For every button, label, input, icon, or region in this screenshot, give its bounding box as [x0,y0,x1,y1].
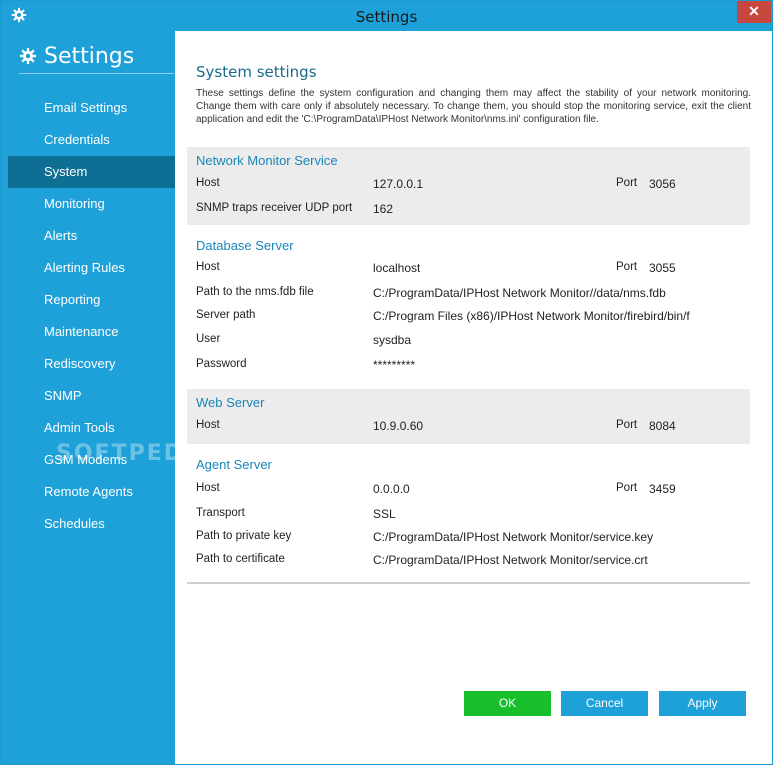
close-button[interactable]: ✕ [737,1,771,23]
sidebar-item-alerts[interactable]: Alerts [8,220,175,252]
web-host-value: 10.9.0.60 [373,419,424,433]
field-label: Path to certificate [196,553,285,565]
sidebar-item-monitoring[interactable]: Monitoring [8,188,175,220]
page-title: System settings [196,63,317,81]
sidebar-item-alerting-rules[interactable]: Alerting Rules [8,252,175,284]
sidebar-title: Settings [44,43,135,69]
section-title: Database Server [196,238,294,253]
agent-cert-value: C:/ProgramData/IPHost Network Monitor/se… [373,553,648,567]
ok-button[interactable]: OK [464,691,551,716]
sidebar: Settings Email Settings Credentials Syst… [1,31,211,764]
db-fdb-row: Path to the nms.fdb file C:/ProgramData/… [196,286,750,306]
field-label: User [196,333,221,345]
db-server-path-row: Server path C:/Program Files (x86)/IPHos… [196,309,750,329]
gear-icon [19,47,37,65]
agent-port-value: 3459 [649,482,676,496]
sidebar-item-snmp[interactable]: SNMP [8,380,175,412]
db-user-row: User sysdba [196,333,750,353]
apply-button[interactable]: Apply [659,691,746,716]
sidebar-item-schedules[interactable]: Schedules [8,508,175,540]
db-port-value: 3055 [649,261,676,275]
agent-transport-row: Transport SSL [196,507,750,527]
main-panel: System settings These settings define th… [175,31,772,764]
sidebar-item-system[interactable]: System [8,156,175,188]
section-database-server: Database Server Host localhost Port 3055… [187,229,750,381]
sidebar-item-credentials[interactable]: Credentials [8,124,175,156]
agent-key-value: C:/ProgramData/IPHost Network Monitor/se… [373,530,654,544]
title-bar: Settings ✕ [1,1,772,31]
field-label: SNMP traps receiver UDP port [196,202,353,214]
section-title: Agent Server [196,457,272,472]
agent-host-row: Host 0.0.0.0 Port 3459 [196,482,750,502]
field-label: Host [196,177,220,189]
db-password-row: Password ********* [196,358,750,378]
field-label: Transport [196,507,245,519]
agent-key-row: Path to private key C:/ProgramData/IPHos… [196,530,750,550]
db-host-row: Host localhost Port 3055 [196,261,750,281]
web-host-row: Host 10.9.0.60 Port 8084 [196,419,750,439]
field-label: Password [196,358,247,370]
sidebar-nav: Email Settings Credentials System Monito… [8,92,175,540]
nms-snmp-value: 162 [373,202,394,216]
field-label: Port [616,261,638,273]
agent-host-value: 0.0.0.0 [373,482,410,496]
sidebar-item-admin-tools[interactable]: Admin Tools [8,412,175,444]
field-label: Host [196,261,220,273]
section-web-server: Web Server Host 10.9.0.60 Port 8084 [187,389,750,444]
db-user-value: sysdba [373,333,412,347]
nms-port-value: 3056 [649,177,676,191]
sidebar-item-remote-agents[interactable]: Remote Agents [8,476,175,508]
field-label: Port [616,419,638,431]
section-title: Network Monitor Service [196,153,338,168]
close-icon: ✕ [748,3,760,19]
field-label: Path to the nms.fdb file [196,286,314,298]
nms-host-value: 127.0.0.1 [373,177,424,191]
sidebar-item-maintenance[interactable]: Maintenance [8,316,175,348]
section-title: Web Server [196,395,265,410]
sidebar-item-rediscovery[interactable]: Rediscovery [8,348,175,380]
field-label: Server path [196,309,256,321]
field-label: Port [616,482,638,494]
db-host-value: localhost [373,261,421,275]
cancel-button[interactable]: Cancel [561,691,648,716]
db-server-path-value: C:/Program Files (x86)/IPHost Network Mo… [373,309,690,323]
section-network-monitor-service: Network Monitor Service Host 127.0.0.1 P… [187,147,750,225]
settings-window: Settings ✕ Settings Email Settings Crede… [0,0,773,765]
agent-transport-value: SSL [373,507,396,521]
sidebar-item-reporting[interactable]: Reporting [8,284,175,316]
web-port-value: 8084 [649,419,676,433]
nms-snmp-row: SNMP traps receiver UDP port 162 [196,202,750,222]
field-label: Path to private key [196,530,292,542]
nms-host-row: Host 127.0.0.1 Port 3056 [196,177,750,197]
sidebar-divider [19,73,174,74]
db-fdb-value: C:/ProgramData/IPHost Network Monitor//d… [373,286,666,300]
field-label: Host [196,482,220,494]
page-description: These settings define the system configu… [196,88,751,125]
window-title: Settings [355,8,418,26]
sidebar-item-email-settings[interactable]: Email Settings [8,92,175,124]
field-label: Port [616,177,638,189]
sidebar-header: Settings [19,41,134,71]
db-password-value: ********* [373,358,416,372]
section-agent-server: Agent Server Host 0.0.0.0 Port 3459 Tran… [187,449,750,579]
agent-cert-row: Path to certificate C:/ProgramData/IPHos… [196,553,750,573]
field-label: Host [196,419,220,431]
section-divider [187,582,750,584]
